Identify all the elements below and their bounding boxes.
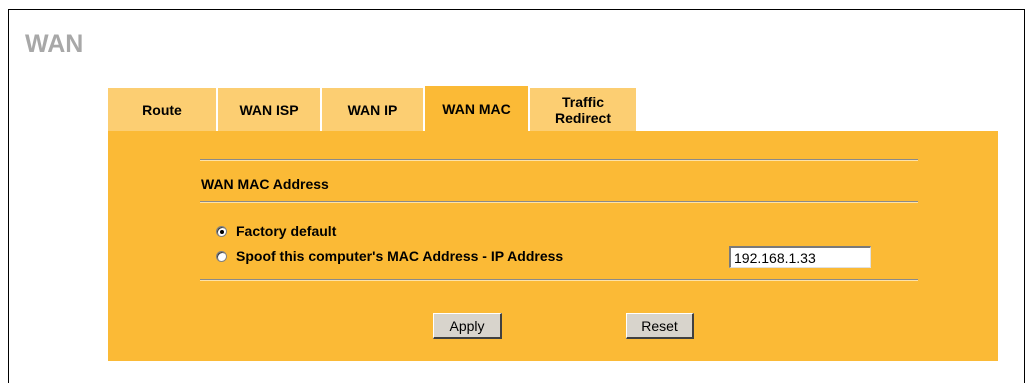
spoof-mac-option[interactable]: Spoof this computer's MAC Address - IP A… [216, 248, 563, 264]
factory-default-option[interactable]: Factory default [216, 223, 336, 239]
tab-wan-isp-label: WAN ISP [239, 101, 299, 118]
tab-wan-isp[interactable]: WAN ISP [218, 88, 322, 131]
apply-button[interactable]: Apply [433, 313, 502, 339]
divider [200, 201, 918, 203]
reset-button[interactable]: Reset [626, 313, 694, 339]
tab-wan-mac[interactable]: WAN MAC [425, 86, 530, 131]
tab-wan-mac-label: WAN MAC [442, 100, 511, 117]
tab-traffic-redirect[interactable]: Traffic Redirect [530, 88, 638, 131]
tab-traffic-redirect-label: Traffic Redirect [554, 93, 612, 126]
divider [200, 159, 918, 161]
tab-wan-ip-label: WAN IP [347, 101, 398, 118]
factory-default-label: Factory default [236, 223, 337, 239]
spoof-mac-radio[interactable] [216, 250, 227, 262]
tab-route-label: Route [142, 101, 182, 118]
spoof-mac-label: Spoof this computer's MAC Address - IP A… [236, 248, 564, 264]
tab-wan-ip[interactable]: WAN IP [322, 88, 425, 131]
divider [200, 279, 918, 281]
page-title: WAN [25, 30, 84, 58]
tab-bar: Route WAN ISP WAN IP WAN MAC Traffic Red… [108, 86, 638, 131]
factory-default-radio[interactable] [216, 225, 227, 237]
section-heading: WAN MAC Address [201, 176, 329, 192]
ip-address-input[interactable] [729, 246, 871, 268]
tab-route[interactable]: Route [108, 88, 218, 131]
